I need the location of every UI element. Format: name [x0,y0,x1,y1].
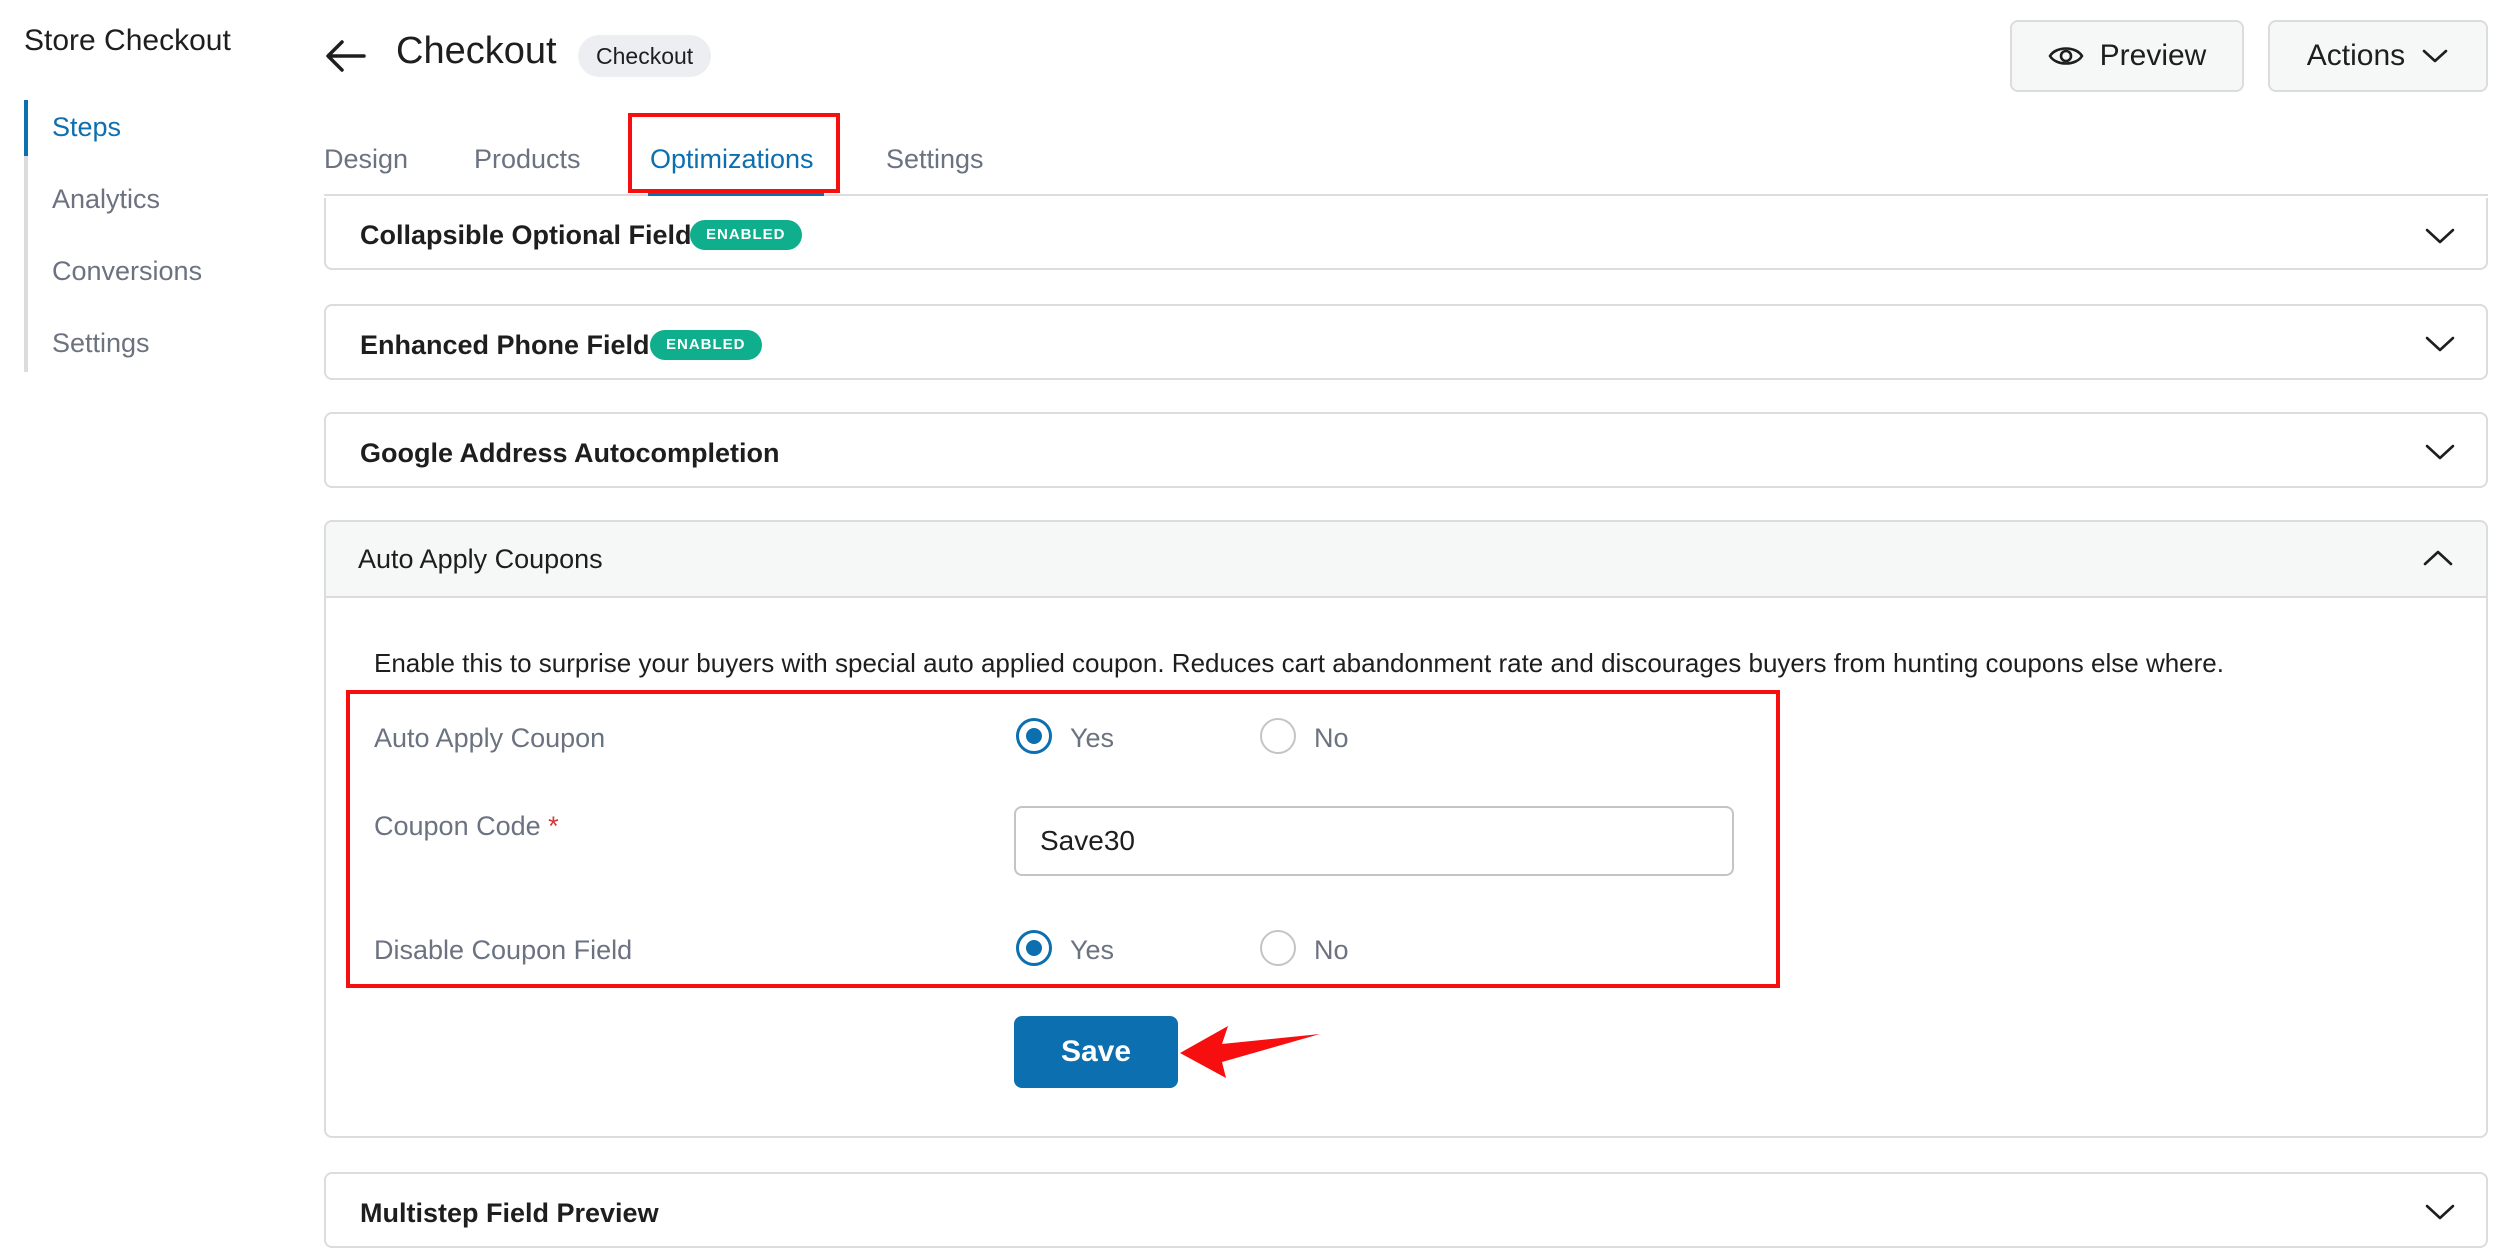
panel-collapsible-optional-field[interactable]: Collapsible Optional Field ENABLED [324,198,2488,272]
panel-title: Collapsible Optional Field [360,220,692,250]
tab-products[interactable]: Products [474,144,581,175]
chevron-down-icon [2425,336,2455,352]
chevron-down-icon [2425,444,2455,460]
panel-title: Google Address Autocompletion [360,438,780,468]
panel-enhanced-phone-field[interactable]: Enhanced Phone Field ENABLED [324,304,2488,380]
sidebar-active-indicator [24,100,28,156]
enabled-badge: ENABLED [690,220,802,250]
panel-header-auto-apply-coupons[interactable]: Auto Apply Coupons [326,522,2486,598]
tab-design[interactable]: Design [324,144,408,175]
panel-multistep-field-preview[interactable]: Multistep Field Preview [324,1172,2488,1248]
sidebar-item-conversions[interactable]: Conversions [52,256,202,287]
page-type-badge: Checkout [578,35,712,77]
back-button[interactable] [324,34,368,78]
chevron-down-icon [2425,228,2455,244]
coupons-description: Enable this to surprise your buyers with… [374,648,2224,678]
panel-title: Auto Apply Coupons [358,544,603,574]
annotation-tab-highlight-box [628,113,840,193]
chevron-up-icon [2423,550,2453,566]
preview-button[interactable]: Preview [2010,20,2244,92]
sidebar-item-analytics[interactable]: Analytics [52,184,160,215]
preview-button-label: Preview [2099,39,2207,72]
annotation-arrow-icon [1180,1026,1320,1078]
enabled-badge: ENABLED [650,330,762,360]
actions-dropdown-button[interactable]: Actions [2268,20,2488,92]
page-title: Checkout [396,30,557,72]
sidebar-title: Store Checkout [24,24,231,57]
save-button[interactable]: Save [1014,1016,1178,1088]
eye-icon [2048,47,2084,65]
tab-settings[interactable]: Settings [886,144,984,175]
sidebar-item-steps[interactable]: Steps [52,112,121,143]
panel-google-address-autocompletion[interactable]: Google Address Autocompletion [324,412,2488,488]
sidebar-item-settings[interactable]: Settings [52,328,150,359]
chevron-down-icon [2425,1204,2455,1220]
annotation-fields-highlight-box [346,690,1780,988]
panel-title: Multistep Field Preview [360,1198,659,1228]
actions-button-label: Actions [2306,39,2406,72]
panel-title: Enhanced Phone Field [360,330,650,360]
back-arrow-icon [326,40,366,72]
chevron-down-icon [2422,49,2448,63]
